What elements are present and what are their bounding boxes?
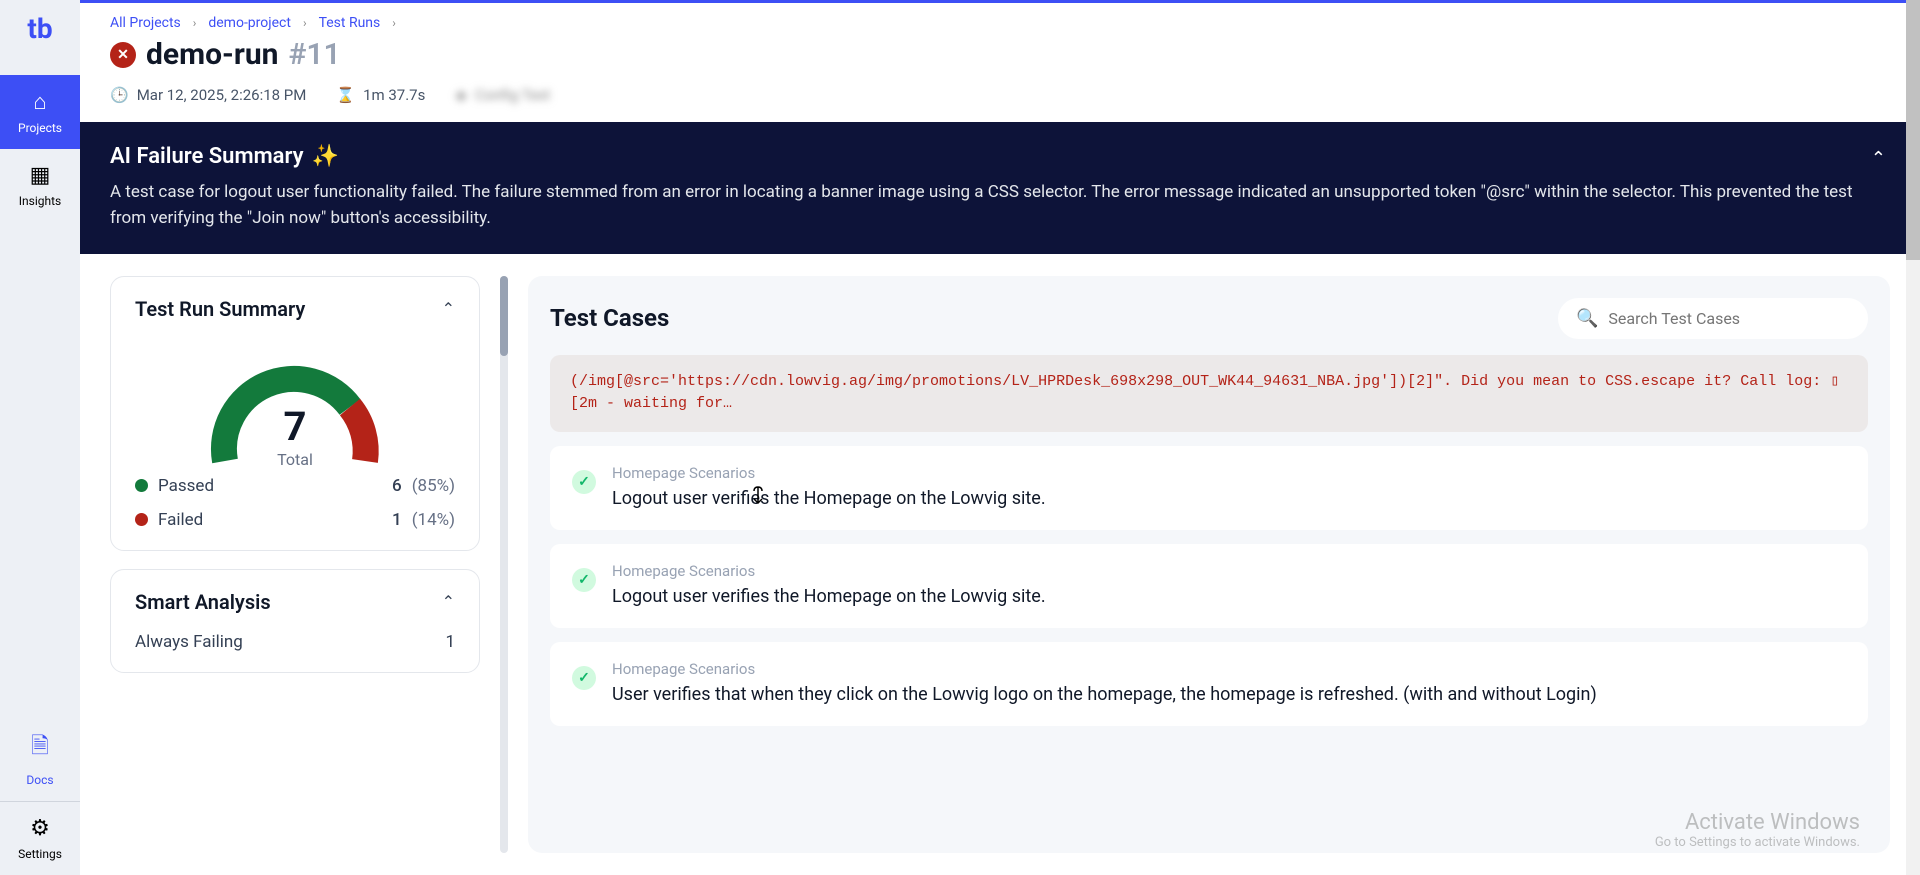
status-passed-icon: ✓ <box>572 470 596 494</box>
chevron-up-icon: ⌃ <box>442 592 455 611</box>
status-failed-icon: ✕ <box>110 42 136 68</box>
left-panel: Test Run Summary ⌃ 7 Total <box>110 276 480 853</box>
chevron-right-icon: › <box>303 16 307 30</box>
collapse-button[interactable]: ⌃ <box>1867 144 1890 173</box>
legend-pct: (85%) <box>412 476 455 496</box>
test-title: Logout user verifies the Homepage on the… <box>612 486 1846 512</box>
meta-row: 🕒 Mar 12, 2025, 2:26:18 PM ⌛ 1m 37.7s ◈ … <box>110 86 1890 104</box>
smart-value: 1 <box>445 632 455 652</box>
main-content: All Projects › demo-project › Test Runs … <box>80 0 1920 875</box>
home-icon: ⌂ <box>33 89 46 115</box>
page-scrollbar[interactable] <box>1906 0 1920 875</box>
card-title: Smart Analysis <box>135 590 271 614</box>
gauge-chart: 7 Total Passed 6 <box>135 341 455 530</box>
legend-count: 6 <box>392 476 402 496</box>
test-category: Homepage Scenarios <box>612 562 1846 580</box>
panel-title: Test Cases <box>550 304 669 332</box>
ai-summary-title: AI Failure Summary ✨ <box>110 144 1867 169</box>
sidebar-item-label: Insights <box>19 194 61 208</box>
duration-value: 1m 37.7s <box>363 86 425 104</box>
test-list: (/img[@src='https://cdn.lowvig.ag/img/pr… <box>550 355 1868 831</box>
insights-icon: ▦ <box>30 163 51 188</box>
test-title: Logout user verifies the Homepage on the… <box>612 584 1846 610</box>
chevron-up-icon: ⌃ <box>442 299 455 318</box>
legend-pct: (14%) <box>412 510 455 530</box>
duration: ⌛ 1m 37.7s <box>336 86 425 104</box>
test-case-item[interactable]: ✓ Homepage Scenarios Logout user verifie… <box>550 446 1868 530</box>
search-icon: 🔍 <box>1576 308 1598 329</box>
test-category: Homepage Scenarios <box>612 660 1846 678</box>
card-title: Test Run Summary <box>135 297 305 321</box>
test-case-item[interactable]: ✓ Homepage Scenarios Logout user verifie… <box>550 544 1868 628</box>
chevron-up-icon: ⌃ <box>1871 148 1886 169</box>
tag-icon: ◈ <box>455 86 467 104</box>
status-passed-icon: ✓ <box>572 666 596 690</box>
card-header[interactable]: Smart Analysis ⌃ <box>135 590 455 614</box>
run-title: demo-run <box>146 37 278 72</box>
scrollbar-thumb[interactable] <box>1906 0 1920 260</box>
gauge-total-label: Total <box>200 450 390 469</box>
panel-header: Test Cases 🔍 <box>550 298 1868 339</box>
search-input[interactable] <box>1608 309 1850 328</box>
breadcrumb-item[interactable]: demo-project <box>208 15 291 31</box>
chevron-right-icon: › <box>193 16 197 30</box>
sidebar-item-label: Settings <box>18 847 62 861</box>
smart-analysis-card: Smart Analysis ⌃ Always Failing 1 <box>110 569 480 673</box>
gauge-total-value: 7 <box>200 403 390 450</box>
error-log: (/img[@src='https://cdn.lowvig.ag/img/pr… <box>550 355 1868 432</box>
sidebar-item-label: Docs <box>26 773 53 787</box>
search-box[interactable]: 🔍 <box>1558 298 1868 339</box>
sidebar-item-insights[interactable]: ▦ Insights <box>0 149 80 222</box>
left-scrollbar[interactable] <box>500 276 508 853</box>
timestamp-value: Mar 12, 2025, 2:26:18 PM <box>137 86 307 104</box>
sidebar: tb ⌂ Projects ▦ Insights 🗎 Docs ⚙ Settin… <box>0 0 80 875</box>
legend-count: 1 <box>392 510 402 530</box>
breadcrumb-item[interactable]: All Projects <box>110 15 181 31</box>
breadcrumb-item[interactable]: Test Runs <box>319 15 381 31</box>
sidebar-item-settings[interactable]: ⚙ Settings <box>0 802 80 875</box>
smart-row: Always Failing 1 <box>135 632 455 652</box>
windows-watermark: Activate Windows Go to Settings to activ… <box>1655 810 1860 850</box>
timestamp: 🕒 Mar 12, 2025, 2:26:18 PM <box>110 86 306 104</box>
status-passed-icon: ✓ <box>572 568 596 592</box>
blurred-value: Config Text <box>475 86 550 104</box>
sidebar-item-label: Projects <box>18 121 62 135</box>
legend-label: Failed <box>158 510 203 530</box>
chevron-right-icon: › <box>392 16 396 30</box>
page-header: All Projects › demo-project › Test Runs … <box>80 3 1920 122</box>
dot-failed-icon <box>135 513 148 526</box>
title-row: ✕ demo-run #11 <box>110 37 1890 72</box>
ai-summary-body: A test case for logout user functionalit… <box>110 179 1867 232</box>
hourglass-icon: ⌛ <box>336 86 355 104</box>
meta-blurred: ◈ Config Text <box>455 86 550 104</box>
test-category: Homepage Scenarios <box>612 464 1846 482</box>
test-title: User verifies that when they click on th… <box>612 682 1846 708</box>
dot-passed-icon <box>135 479 148 492</box>
smart-label: Always Failing <box>135 632 243 652</box>
ai-failure-summary: AI Failure Summary ✨ A test case for log… <box>80 122 1920 254</box>
clock-icon: 🕒 <box>110 86 129 104</box>
scrollbar-thumb[interactable] <box>500 276 508 356</box>
card-header[interactable]: Test Run Summary ⌃ <box>135 297 455 321</box>
docs-icon: 🗎 <box>31 729 49 767</box>
sparkle-icon: ✨ <box>312 144 339 169</box>
app-logo: tb <box>27 12 52 45</box>
test-case-item[interactable]: ✓ Homepage Scenarios User verifies that … <box>550 642 1868 726</box>
gear-icon: ⚙ <box>30 816 50 841</box>
test-run-summary-card: Test Run Summary ⌃ 7 Total <box>110 276 480 551</box>
breadcrumb: All Projects › demo-project › Test Runs … <box>110 15 1890 31</box>
sidebar-item-docs[interactable]: 🗎 Docs <box>0 715 80 801</box>
content-area: Test Run Summary ⌃ 7 Total <box>80 254 1920 875</box>
run-number: #11 <box>288 37 340 72</box>
test-cases-panel: Test Cases 🔍 (/img[@src='https://cdn.low… <box>528 276 1890 853</box>
sidebar-item-projects[interactable]: ⌂ Projects <box>0 75 80 149</box>
